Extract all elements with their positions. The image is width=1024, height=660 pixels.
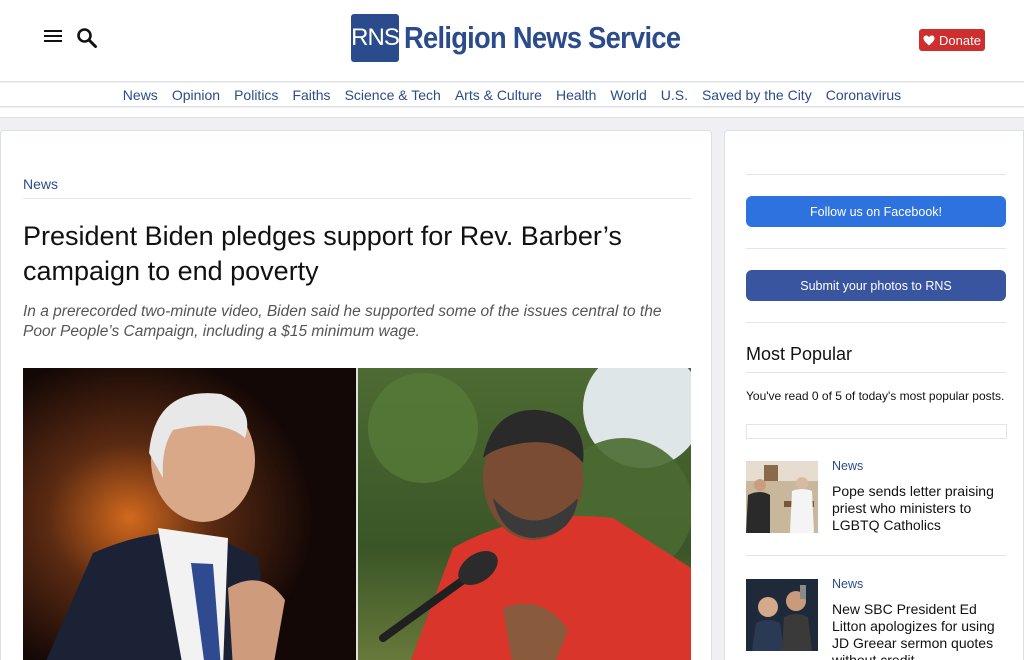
divider bbox=[746, 372, 1006, 373]
sidebar: Follow us on Facebook! Submit your photo… bbox=[724, 130, 1024, 660]
nav-item-arts-culture[interactable]: Arts & Culture bbox=[455, 87, 542, 103]
read-progress-box bbox=[746, 424, 1007, 439]
donate-button[interactable]: Donate bbox=[919, 29, 985, 51]
main-nav: News Opinion Politics Faiths Science & T… bbox=[0, 83, 1024, 107]
article-dek: In a prerecorded two-minute video, Biden… bbox=[23, 303, 662, 340]
nav-item-health[interactable]: Health bbox=[556, 87, 596, 103]
nav-item-saved-by-the-city[interactable]: Saved by the City bbox=[702, 87, 812, 103]
nav-item-us[interactable]: U.S. bbox=[661, 87, 688, 103]
hero-image bbox=[23, 368, 691, 660]
follow-facebook-button[interactable]: Follow us on Facebook! bbox=[746, 196, 1006, 227]
nav-item-news[interactable]: News bbox=[123, 87, 158, 103]
popular-title-link[interactable]: Pope sends letter praising priest who mi… bbox=[832, 483, 1008, 534]
popular-thumbnail[interactable] bbox=[746, 461, 818, 533]
menu-icon[interactable] bbox=[44, 30, 62, 46]
divider bbox=[746, 555, 1006, 556]
divider bbox=[23, 198, 691, 199]
nav-item-science-tech[interactable]: Science & Tech bbox=[345, 87, 441, 103]
article-headline: President Biden pledges support for Rev.… bbox=[23, 221, 622, 286]
nav-item-faiths[interactable]: Faiths bbox=[292, 87, 330, 103]
divider bbox=[746, 174, 1006, 175]
article-card: News President Biden pledges support for… bbox=[0, 130, 712, 660]
read-count-note: You've read 0 of 5 of today's most popul… bbox=[746, 389, 1005, 403]
heart-icon bbox=[923, 35, 935, 45]
nav-item-world[interactable]: World bbox=[610, 87, 646, 103]
nav-item-politics[interactable]: Politics bbox=[234, 87, 278, 103]
popular-category-link[interactable]: News bbox=[832, 459, 863, 473]
donate-label: Donate bbox=[939, 32, 981, 48]
nav-item-coronavirus[interactable]: Coronavirus bbox=[826, 87, 901, 103]
divider bbox=[746, 248, 1006, 249]
popular-category-link[interactable]: News bbox=[832, 577, 863, 591]
nav-item-opinion[interactable]: Opinion bbox=[172, 87, 220, 103]
site-header: RNS Religion News Service Donate bbox=[0, 0, 1024, 82]
site-logo[interactable]: RNS Religion News Service bbox=[351, 14, 718, 62]
logo-text: Religion News Service bbox=[404, 20, 681, 55]
article-category-link[interactable]: News bbox=[23, 176, 58, 192]
most-popular-heading: Most Popular bbox=[746, 344, 853, 364]
logo-mark: RNS bbox=[351, 14, 400, 62]
divider bbox=[746, 322, 1006, 323]
submit-photos-button[interactable]: Submit your photos to RNS bbox=[746, 270, 1006, 301]
search-icon[interactable] bbox=[76, 27, 98, 49]
popular-thumbnail[interactable] bbox=[746, 579, 818, 651]
popular-title-link[interactable]: New SBC President Ed Litton apologizes f… bbox=[832, 601, 1008, 660]
nav-divider-strip bbox=[0, 108, 1024, 118]
